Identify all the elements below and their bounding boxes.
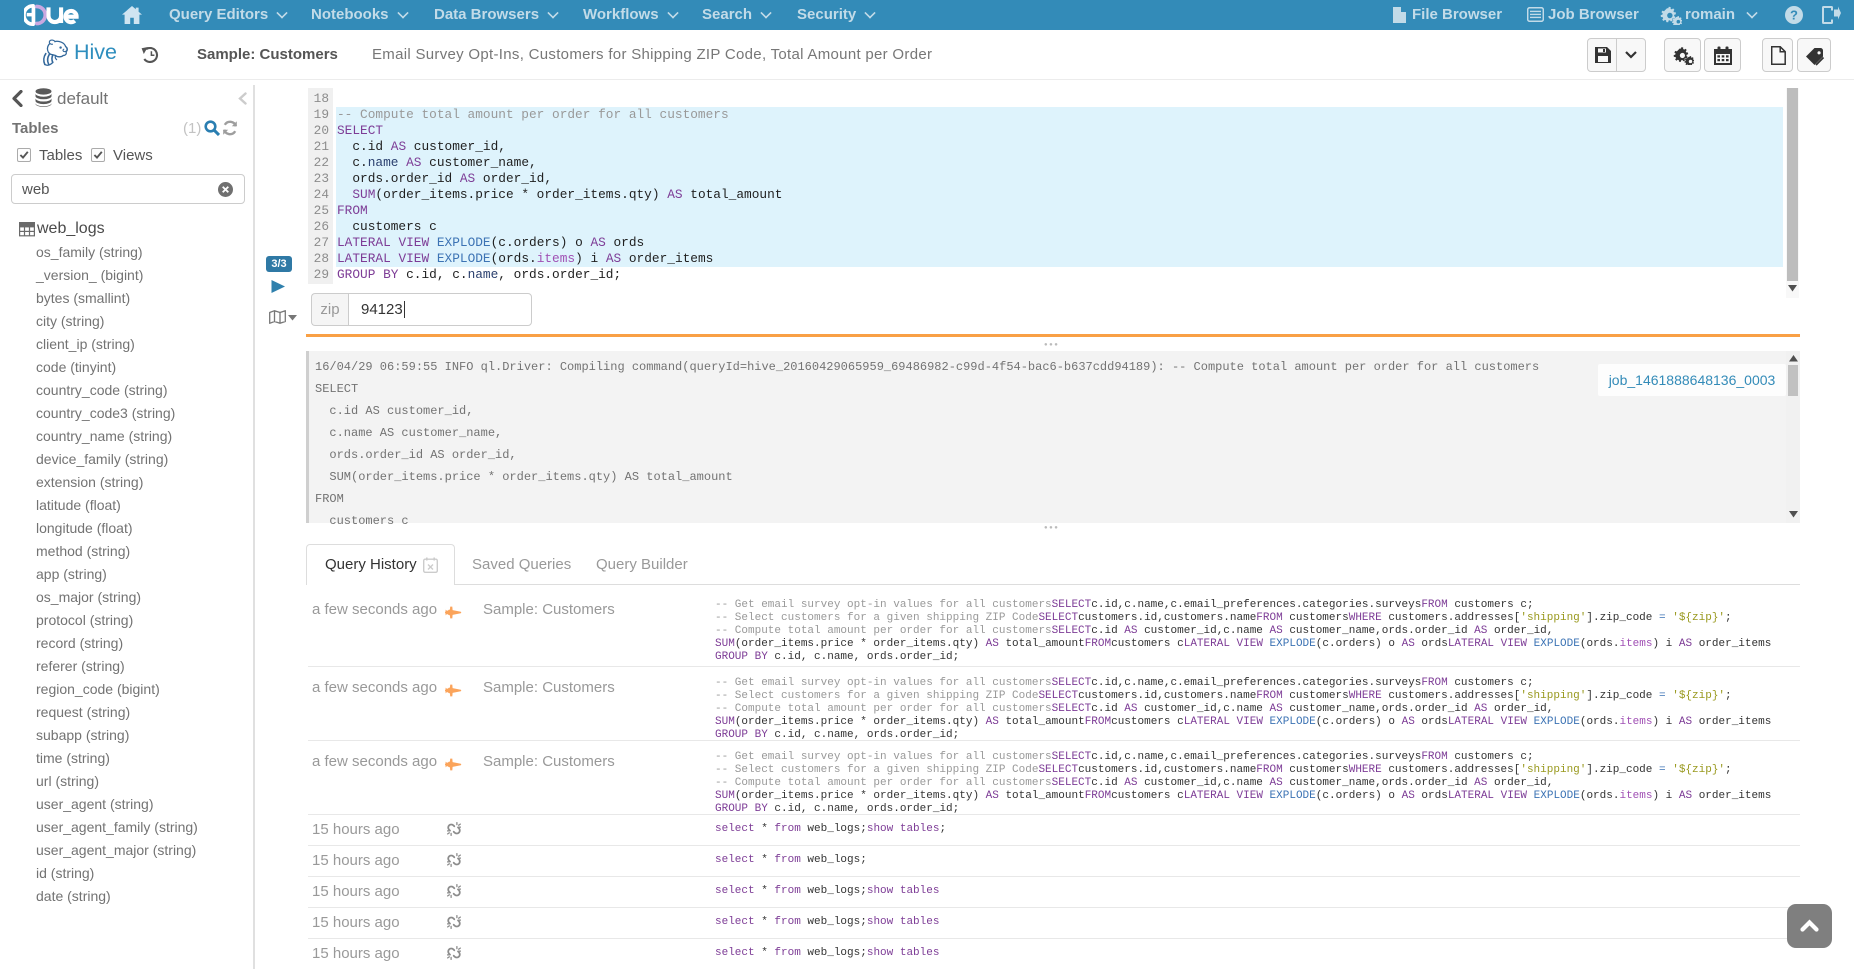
svg-text:?: ? xyxy=(1790,8,1798,23)
